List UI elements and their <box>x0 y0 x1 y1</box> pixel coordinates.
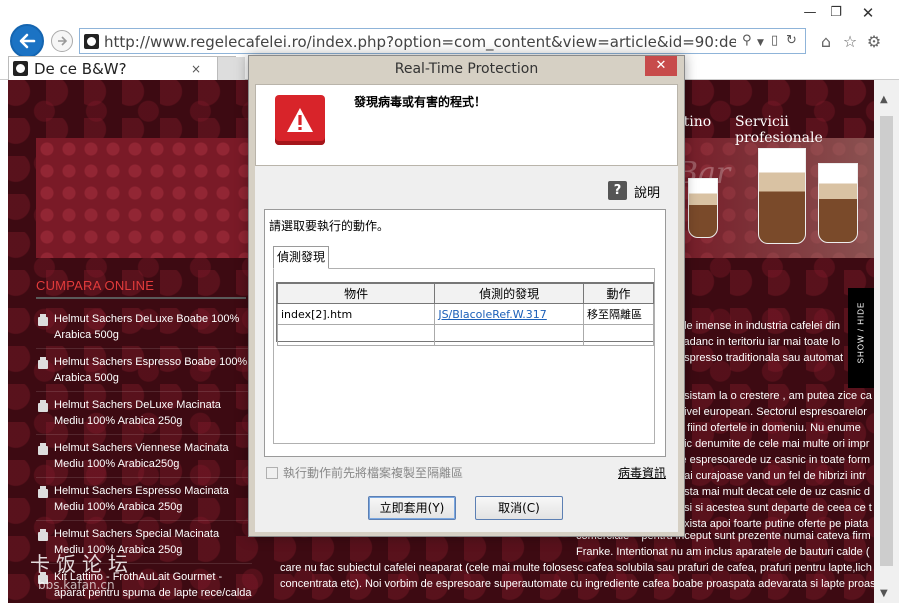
virus-info-link[interactable]: 病毒資訊 <box>618 464 666 481</box>
column-header-detection[interactable]: 偵測的發現 <box>434 283 585 304</box>
nav-link-servicii[interactable]: Servicii profesionale <box>735 114 874 146</box>
forward-button[interactable] <box>51 30 73 52</box>
back-button[interactable] <box>10 24 44 58</box>
help-icon[interactable]: ? <box>608 181 627 200</box>
article-line: concentrata etc). Noi vorbim de espresoa… <box>280 578 874 590</box>
help-label[interactable]: 說明 <box>634 182 660 201</box>
scroll-down-icon[interactable]: ▼ <box>880 588 888 599</box>
detections-table: 物件 偵測的發現 動作 index[2].htm JS/BlacoleRef.W… <box>276 282 654 346</box>
dialog-headline: 發現病毒或有害的程式！ <box>354 95 487 109</box>
article-line: i adanc in teritoriu iar mai toate lo <box>678 336 841 348</box>
coffee-cup <box>688 178 718 238</box>
cell-object: index[2].htm <box>276 303 436 325</box>
article-text: ele imense in industria cafelei din i ad… <box>678 318 874 548</box>
section-title: CUMPARA ONLINE <box>36 278 155 293</box>
window-close-button[interactable]: ✕ <box>858 4 878 22</box>
show-hide-toggle[interactable]: SHOW / HIDE <box>848 288 874 388</box>
dialog-titlebar[interactable]: Real-Time Protection ✕ <box>249 56 684 84</box>
realtime-protection-dialog: Real-Time Protection ✕ 發現病毒或有害的程式！ ? 說明 … <box>248 55 685 537</box>
dialog-title: Real-Time Protection <box>394 61 539 77</box>
warning-triangle-icon <box>287 108 313 132</box>
settings-gear-icon[interactable]: ⚙ <box>864 32 884 52</box>
copy-to-quarantine-checkbox[interactable] <box>266 467 278 479</box>
article-line: nai curajoase vand un fel de hibrizi int… <box>678 470 866 482</box>
dialog-header: 發現病毒或有害的程式！ <box>255 84 678 166</box>
tab-favicon-icon <box>13 61 28 76</box>
product-item[interactable]: Helmut Sachers Viennese Macinata Mediu 1… <box>36 435 252 478</box>
detections-tab-panel: 物件 偵測的發現 動作 index[2].htm JS/BlacoleRef.W… <box>273 268 655 444</box>
site-favicon-icon <box>84 34 99 49</box>
maximize-button[interactable]: ❐ <box>826 4 846 22</box>
article-line: nic denumite de cele mai multe ori impr <box>678 438 870 450</box>
home-icon[interactable]: ⌂ <box>816 32 836 52</box>
article-line: asistam la o crestere , am putea zice ca <box>678 390 872 402</box>
url-text[interactable]: http://www.regelecafelei.ro/index.php?op… <box>104 32 736 52</box>
article-line: e fiind ofertele in domeniu. Nu enume <box>678 422 861 434</box>
cart-icon <box>38 357 48 369</box>
new-tab-button[interactable] <box>217 57 245 81</box>
table-row[interactable]: index[2].htm JS/BlacoleRef.W.317 移至隔離區 <box>276 303 654 325</box>
scroll-thumb[interactable] <box>880 116 893 566</box>
cancel-button[interactable]: 取消(C) <box>475 496 563 520</box>
tab-detections[interactable]: 偵測發現 <box>273 246 329 269</box>
browser-titlebar: — ❐ ✕ <box>0 0 899 24</box>
coffee-cup <box>818 163 858 243</box>
article-line: osta mai mult decat cele de uz casnic d <box>678 486 870 498</box>
tab-title: De ce B&W? <box>34 60 127 78</box>
minimize-button[interactable]: — <box>800 4 820 22</box>
coffee-image: Bar <box>668 138 874 258</box>
refresh-icon[interactable]: ↻ <box>786 33 797 49</box>
product-item[interactable]: Helmut Sachers Espresso Boabe 100% Arabi… <box>36 349 252 392</box>
cart-icon <box>38 443 48 455</box>
cart-icon <box>38 486 48 498</box>
column-header-action[interactable]: 動作 <box>583 283 654 304</box>
dialog-close-button[interactable]: ✕ <box>645 56 677 76</box>
product-item[interactable]: Helmut Sachers DeLuxe Boabe 100% Arabica… <box>36 306 252 349</box>
section-divider <box>36 297 246 299</box>
article-line: nivel european. Sectorul espresoarelor <box>678 406 867 418</box>
action-prompt: 請選取要執行的動作。 <box>269 219 390 233</box>
cell-detection-link[interactable]: JS/BlacoleRef.W.317 <box>434 303 585 325</box>
dialog-body: ? 說明 請選取要執行的動作。 偵測發現 物件 偵測的發現 動作 index[2… <box>255 166 678 532</box>
forward-arrow-icon <box>58 36 68 46</box>
browser-tab[interactable]: De ce B&W? × <box>8 56 245 81</box>
article-line: care nu fac subiectul cafelei neaparat (… <box>280 562 872 574</box>
article-line: usi si acestea sunt departe de ceea ce t <box>678 502 872 514</box>
article-line: le espresoarede uz casnic in toate form <box>678 454 870 466</box>
address-bar[interactable]: http://www.regelecafelei.ro/index.php?op… <box>79 28 806 54</box>
apply-now-button[interactable]: 立即套用(Y) <box>368 496 456 520</box>
tab-close-icon[interactable]: × <box>191 59 201 79</box>
cell-action[interactable]: 移至隔離區 <box>583 303 654 325</box>
cart-icon <box>38 529 48 541</box>
warning-icon <box>275 95 325 145</box>
product-item[interactable]: Helmut Sachers Espresso Macinata Mediu 1… <box>36 478 252 521</box>
cart-icon <box>38 314 48 326</box>
product-item[interactable]: Helmut Sachers DeLuxe Macinata Mediu 100… <box>36 392 252 435</box>
search-icon[interactable]: ⚲ <box>742 33 752 49</box>
browser-navbar: http://www.regelecafelei.ro/index.php?op… <box>0 24 899 58</box>
watermark-subtext: bbs.kafan.cn <box>38 578 115 592</box>
lock-icon: ▯ <box>771 33 779 48</box>
scroll-up-icon[interactable]: ▲ <box>880 94 888 105</box>
cart-icon <box>38 400 48 412</box>
dropdown-icon[interactable]: ▼ <box>757 35 764 51</box>
article-line: espresso traditionala sau automat <box>678 352 844 364</box>
article-line: ele imense in industria cafelei din <box>678 320 841 332</box>
coffee-cup <box>758 148 806 244</box>
action-panel: 請選取要執行的動作。 偵測發現 物件 偵測的發現 動作 index[2].htm <box>264 209 666 457</box>
table-header-row: 物件 偵測的發現 動作 <box>276 283 654 304</box>
table-row-empty <box>276 324 654 346</box>
favorites-star-icon[interactable]: ☆ <box>840 32 860 52</box>
page-scrollbar[interactable]: ▲ ▼ <box>874 80 899 603</box>
watermark-text: 卡饭论坛 <box>30 552 134 576</box>
checkbox-label: 執行動作前先將檔案複製至隔離區 <box>283 466 464 480</box>
article-line: Franke. Intentionat nu am inclus aparate… <box>576 546 870 558</box>
column-header-object[interactable]: 物件 <box>276 283 436 304</box>
article-text-bottom: comerciale – pentru inceput sunt prezent… <box>280 528 874 603</box>
back-arrow-icon <box>19 33 36 49</box>
show-hide-label: SHOW / HIDE <box>856 301 866 364</box>
